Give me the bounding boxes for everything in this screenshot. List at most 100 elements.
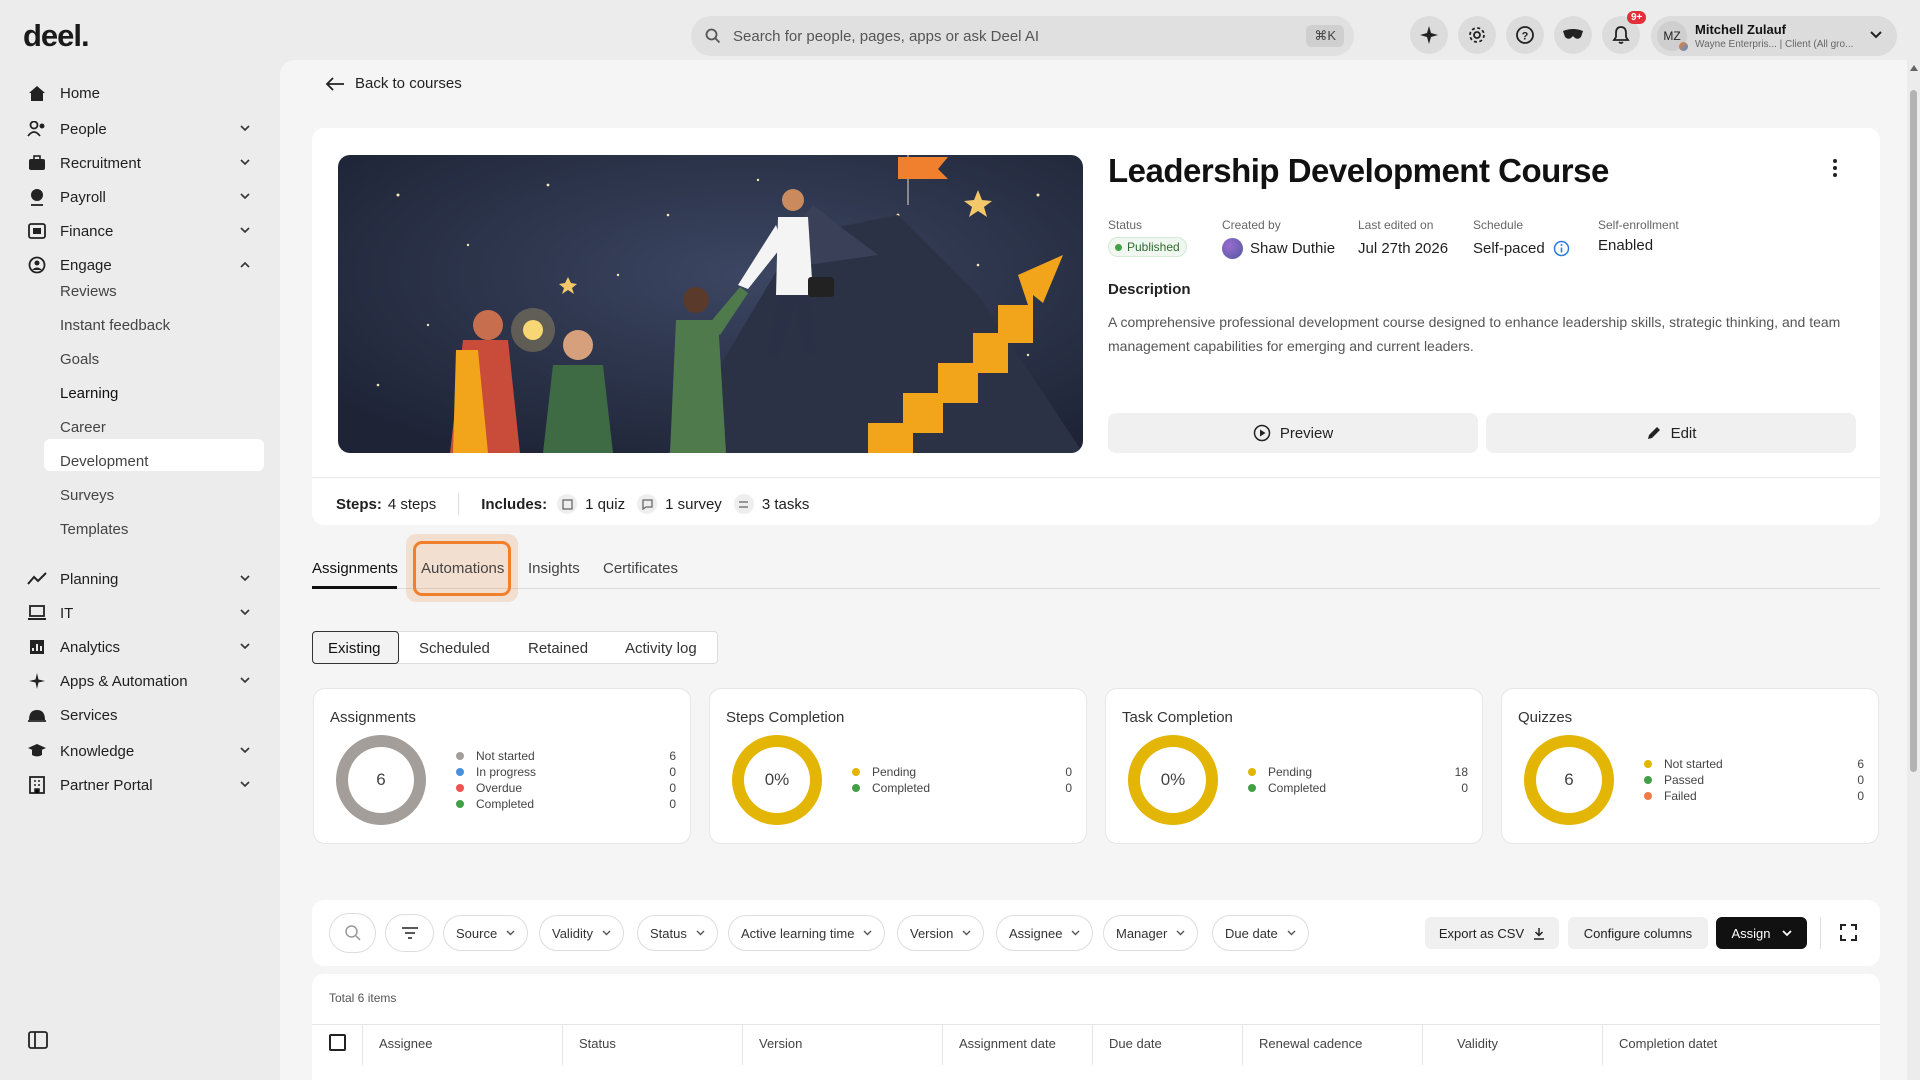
ai-sparkle-icon[interactable] (1410, 16, 1448, 54)
tab-assignments[interactable]: Assignments (312, 560, 398, 577)
engage-icon (26, 256, 48, 274)
search-icon (705, 28, 721, 44)
column-header-version[interactable]: Version (759, 1036, 802, 1051)
sidebar-item-recruitment[interactable]: Recruitment (26, 154, 256, 172)
column-header-assignee[interactable]: Assignee (379, 1036, 432, 1051)
sidebar-item-home[interactable]: Home (26, 84, 256, 102)
column-header-renewal-cadence[interactable]: Renewal cadence (1259, 1036, 1362, 1051)
creator[interactable]: Shaw Duthie (1222, 238, 1335, 259)
stat-title: Quizzes (1518, 709, 1573, 726)
user-menu[interactable]: MZ Mitchell Zulauf Wayne Enterpris... | … (1651, 16, 1897, 56)
filter-lines-icon (401, 926, 419, 940)
edit-button[interactable]: Edit (1486, 413, 1856, 453)
help-icon[interactable]: ? (1506, 16, 1544, 54)
table-search-button[interactable] (329, 913, 376, 953)
sidebar-item-knowledge[interactable]: Knowledge (26, 742, 256, 760)
filter-chip-label: Validity (552, 925, 593, 941)
sidebar-item-label: Partner Portal (60, 776, 153, 794)
export-csv-button[interactable]: Export as CSV (1425, 917, 1559, 949)
column-header-due-date[interactable]: Due date (1109, 1036, 1162, 1051)
subtab-activity-log[interactable]: Activity log (625, 640, 697, 657)
sidebar-collapse-icon[interactable] (28, 1031, 48, 1054)
more-options-icon[interactable] (1832, 158, 1838, 183)
scroll-up-arrow-icon[interactable] (1910, 65, 1918, 71)
column-header-completion-datet[interactable]: Completion datet (1619, 1036, 1717, 1051)
filter-chip-assignee[interactable]: Assignee (996, 915, 1094, 951)
stat-legend: Pending 18 Completed 0 (1248, 764, 1468, 796)
filter-chip-validity[interactable]: Validity (539, 915, 624, 951)
filter-chip-version[interactable]: Version (897, 915, 985, 951)
sidebar-item-services[interactable]: Services (26, 706, 256, 724)
configure-columns-button[interactable]: Configure columns (1568, 917, 1708, 949)
select-all-checkbox[interactable] (329, 1034, 346, 1051)
sidebar-item-analytics[interactable]: Analytics (26, 638, 256, 656)
last-edited-label: Last edited on (1358, 218, 1434, 232)
subtab-retained[interactable]: Retained (528, 640, 588, 657)
sidebar-subitem-reviews[interactable]: Reviews (60, 283, 117, 300)
column-header-validity[interactable]: Validity (1457, 1036, 1498, 1051)
sidebar-item-payroll[interactable]: Payroll (26, 188, 256, 206)
legend-dot-icon (456, 800, 464, 808)
column-header-status[interactable]: Status (579, 1036, 616, 1051)
subtab-scheduled[interactable]: Scheduled (419, 640, 490, 657)
sidebar-subitem-goals[interactable]: Goals (60, 351, 99, 368)
chevron-down-icon (696, 928, 705, 938)
assign-button[interactable]: Assign (1716, 917, 1807, 949)
chevron-down-icon (506, 928, 515, 938)
search-icon (344, 924, 362, 942)
column-header-assignment-date[interactable]: Assignment date (959, 1036, 1056, 1051)
scrollbar-thumb[interactable] (1910, 90, 1917, 772)
info-icon[interactable] (1553, 240, 1570, 257)
sidebar-item-partner-portal[interactable]: Partner Portal (26, 776, 256, 794)
legend-label: Pending (872, 765, 917, 779)
sidebar-item-it[interactable]: IT (26, 604, 256, 622)
legend-dot-icon (1248, 784, 1256, 792)
tab-certificates[interactable]: Certificates (603, 560, 678, 577)
global-search[interactable]: Search for people, pages, apps or ask De… (691, 16, 1354, 56)
legend-dot-icon (456, 752, 464, 760)
filter-chip-status[interactable]: Status (637, 915, 718, 951)
legend-label: Pending (1268, 765, 1313, 779)
assignments-table (312, 974, 1880, 1080)
filter-chip-due-date[interactable]: Due date (1212, 915, 1309, 951)
sidebar-item-people[interactable]: People (26, 120, 256, 138)
sidebar-subitem-surveys[interactable]: Surveys (60, 487, 114, 504)
sidebar-item-planning[interactable]: Planning (26, 570, 256, 588)
creator-name: Shaw Duthie (1250, 240, 1336, 257)
tab-automations[interactable]: Automations (421, 560, 504, 577)
schedule-label: Schedule (1473, 218, 1524, 232)
donut-chart: 6 (336, 735, 426, 825)
sidebar-item-label: Payroll (60, 188, 106, 206)
subtab-existing[interactable]: Existing (328, 640, 381, 657)
settings-gear-icon[interactable] (1458, 16, 1496, 54)
sidebar-subitem-templates[interactable]: Templates (60, 521, 128, 538)
filter-chip-label: Source (456, 925, 498, 941)
chevron-down-icon (240, 780, 250, 791)
preview-button[interactable]: Preview (1108, 413, 1478, 453)
sidebar-subitem-career[interactable]: Career (60, 419, 106, 436)
graduation-icon (26, 742, 48, 760)
filter-chip-source[interactable]: Source (443, 915, 529, 951)
filter-chip-active-learning-time[interactable]: Active learning time (728, 915, 886, 951)
deel-logo[interactable]: deel. (23, 18, 90, 54)
chevron-down-icon (240, 124, 250, 135)
tabs-divider (312, 588, 1880, 589)
tab-insights[interactable]: Insights (528, 560, 580, 577)
filter-chip-manager[interactable]: Manager (1103, 915, 1199, 951)
back-to-courses-link[interactable]: Back to courses (325, 75, 462, 92)
sidebar-item-apps-automation[interactable]: Apps & Automation (26, 672, 256, 690)
sidebar-subitem-development[interactable]: Development (60, 453, 148, 470)
filter-button[interactable] (385, 914, 434, 952)
legend-row: Pending 18 (1248, 764, 1468, 780)
filter-chip-label: Assignee (1009, 925, 1063, 941)
mask-icon[interactable] (1554, 16, 1592, 54)
steps-value: 4 steps (387, 495, 437, 513)
sidebar-item-finance[interactable]: Finance (26, 222, 256, 240)
sidebar-subitem-instant-feedback[interactable]: Instant feedback (60, 317, 170, 334)
fullscreen-icon[interactable] (1840, 924, 1857, 946)
page-scrollbar[interactable] (1908, 60, 1918, 1080)
user-org: Wayne Enterpris... | Client (All gro... (1695, 39, 1854, 50)
sidebar-subitem-learning[interactable]: Learning (60, 385, 118, 402)
sidebar-item-engage[interactable]: Engage (26, 256, 256, 274)
stat-legend: Not started 6 In progress 0 Overdue 0 Complete… (456, 748, 676, 812)
